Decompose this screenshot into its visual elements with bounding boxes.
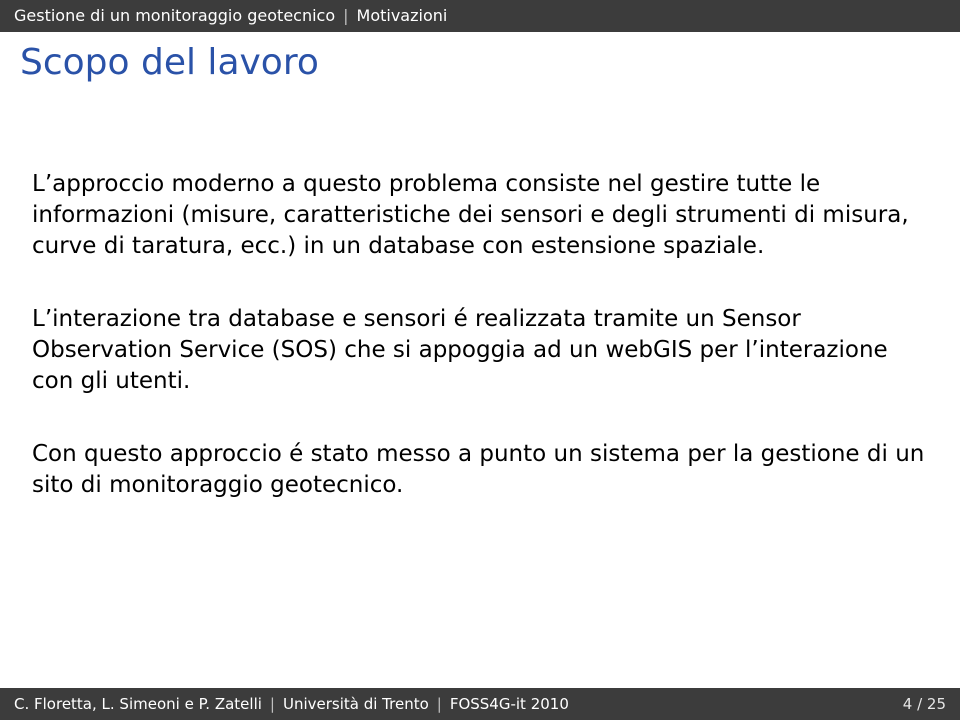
footer: C. Floretta, L. Simeoni e P. Zatelli | U… [0,688,960,720]
footer-affiliation: Università di Trento [283,695,429,713]
footer-separator-icon: | [437,695,442,713]
breadcrumb-section: Gestione di un monitoraggio geotecnico [14,6,335,25]
slide-body: L’approccio moderno a questo problema co… [0,89,960,501]
breadcrumb-subsection: Motivazioni [357,6,448,25]
paragraph-3: Con questo approccio é stato messo a pun… [32,439,928,501]
breadcrumb-separator-icon: | [343,6,348,25]
footer-authors: C. Floretta, L. Simeoni e P. Zatelli [14,695,262,713]
footer-left: C. Floretta, L. Simeoni e P. Zatelli | U… [14,695,569,713]
paragraph-2: L’interazione tra database e sensori é r… [32,304,928,397]
footer-event: FOSS4G-it 2010 [450,695,569,713]
paragraph-1: L’approccio moderno a questo problema co… [32,169,928,262]
breadcrumb: Gestione di un monitoraggio geotecnico |… [0,0,960,32]
page-title: Scopo del lavoro [0,32,960,89]
footer-separator-icon: | [270,695,275,713]
slide: Gestione di un monitoraggio geotecnico |… [0,0,960,720]
footer-page: 4 / 25 [903,695,946,713]
